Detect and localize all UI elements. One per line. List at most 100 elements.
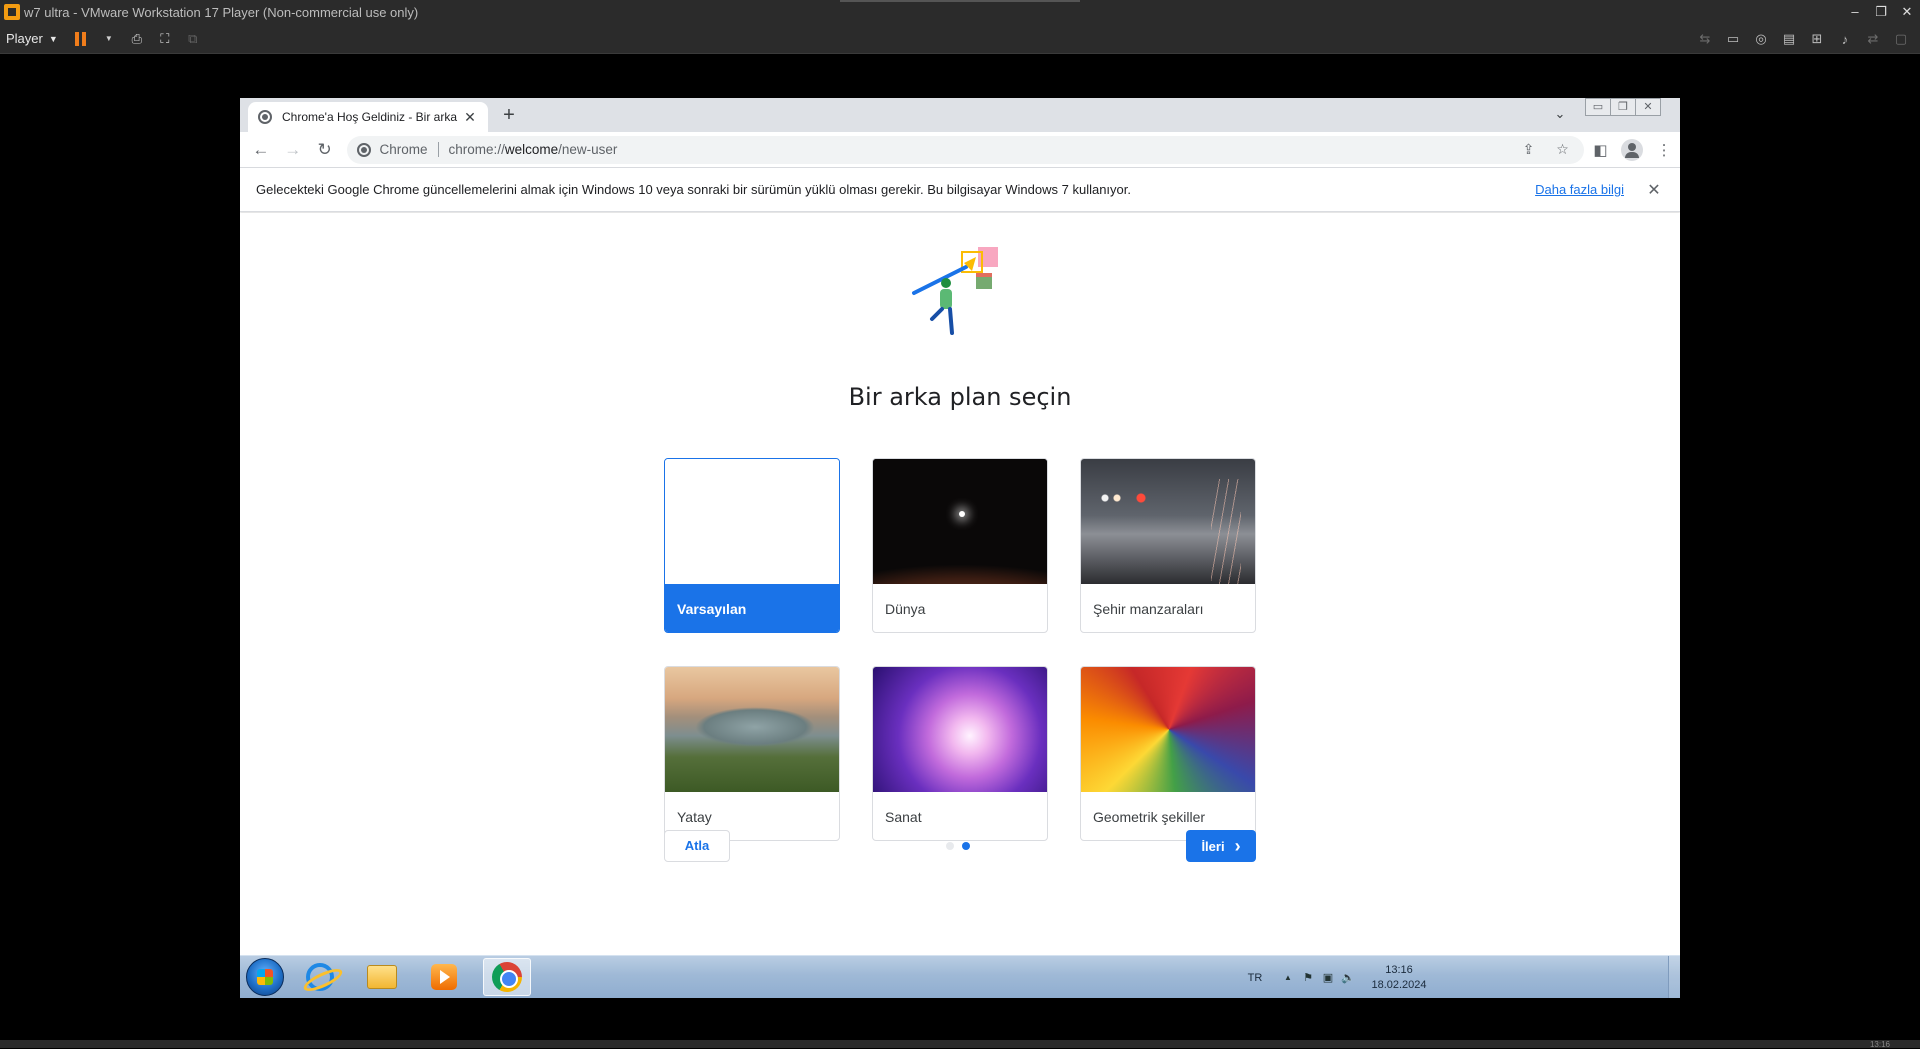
art-thumbnail — [873, 667, 1047, 792]
pause-button[interactable] — [70, 28, 92, 50]
geometric-thumbnail — [1081, 667, 1255, 792]
volume-icon[interactable]: 🔈 — [1338, 971, 1358, 984]
chrome-window-controls: ▭ ❐ ✕ — [1585, 98, 1661, 116]
background-option-landscape[interactable]: Yatay — [664, 666, 840, 841]
chrome-tab-strip: Chrome'a Hoş Geldiniz - Bir arka ✕ + ⌄ ▭… — [240, 98, 1680, 132]
url-path: /new-user — [558, 142, 618, 157]
tab-title: Chrome'a Hoş Geldiniz - Bir arka — [282, 110, 458, 124]
minimize-button[interactable]: – — [1842, 4, 1868, 20]
hard-disk-icon[interactable]: ▭ — [1722, 28, 1744, 50]
background-option-label: Dünya — [885, 601, 926, 617]
step-dot-active — [962, 842, 970, 850]
taskbar-clock[interactable]: 13:16 18.02.2024 — [1364, 963, 1434, 993]
unity-icon: ⧉ — [188, 30, 198, 46]
background-option-art[interactable]: Sanat — [872, 666, 1048, 841]
background-option-cityscape[interactable]: Şehir manzaraları — [1080, 458, 1256, 633]
taskbar-file-explorer[interactable] — [358, 958, 406, 996]
step-dot — [946, 842, 954, 850]
default-thumbnail — [665, 459, 839, 584]
floppy-icon[interactable]: ▤ — [1778, 28, 1800, 50]
background-option-geometric[interactable]: Geometrik şekiller — [1080, 666, 1256, 841]
side-panel-button[interactable]: ◧ — [1584, 134, 1616, 166]
share-icon[interactable]: ⇪ — [1516, 141, 1540, 158]
person-legs-shape — [930, 307, 954, 335]
restore-button[interactable]: ❐ — [1868, 4, 1894, 20]
earth-thumbnail — [873, 459, 1047, 584]
step-indicator — [946, 842, 970, 850]
player-menu-button[interactable]: Player ▼ — [0, 31, 64, 46]
guest-screen: Chrome'a Hoş Geldiniz - Bir arka ✕ + ⌄ ▭… — [240, 98, 1680, 998]
network-adapter-icon[interactable]: ⊞ — [1806, 28, 1828, 50]
internet-explorer-icon — [306, 963, 334, 991]
pause-icon — [75, 31, 87, 46]
language-indicator[interactable]: TR — [1240, 972, 1270, 984]
system-tray: TR ▲ ⚑ ▣ 🔈 13:16 18.02.2024 — [1240, 956, 1434, 998]
pause-menu-button[interactable]: ▼ — [98, 28, 120, 50]
skip-button[interactable]: Atla — [664, 830, 730, 862]
learn-more-link[interactable]: Daha fazla bilgi — [1535, 182, 1624, 197]
sound-card-icon[interactable]: ♪ — [1834, 28, 1856, 50]
vmware-toolbar: Player ▼ ▼ ⎙ ⛶ ⧉ ⇆ ▭ ◎ ▤ ⊞ ♪ ⇄ ▢ — [0, 24, 1920, 54]
url-scheme: chrome:// — [448, 142, 505, 157]
side-panel-icon: ◧ — [1593, 141, 1608, 159]
brush-handle-shape — [912, 265, 968, 295]
show-desktop-button[interactable] — [1668, 956, 1680, 998]
chrome-tab-welcome[interactable]: Chrome'a Hoş Geldiniz - Bir arka ✕ — [248, 102, 488, 132]
tab-close-icon[interactable]: ✕ — [462, 109, 478, 126]
tab-search-button[interactable]: ⌄ — [1550, 106, 1570, 126]
profile-button[interactable] — [1616, 134, 1648, 166]
windows-taskbar: TR ▲ ⚑ ▣ 🔈 13:16 18.02.2024 — [240, 955, 1680, 998]
new-tab-button[interactable]: + — [496, 104, 522, 128]
clock-time: 13:16 — [1385, 963, 1413, 976]
network-device-icon[interactable]: ⇆ — [1694, 28, 1716, 50]
taskbar-media-player[interactable] — [420, 958, 468, 996]
next-button[interactable]: İleri › — [1186, 830, 1256, 862]
background-option-default[interactable]: Varsayılan — [664, 458, 840, 633]
next-button-label: İleri — [1201, 838, 1225, 854]
action-center-flag-icon[interactable]: ⚑ — [1298, 971, 1318, 984]
infobar-close-icon[interactable]: ✕ — [1644, 180, 1664, 200]
person-body-shape — [940, 289, 952, 309]
back-button[interactable]: ← — [245, 134, 277, 166]
show-hidden-icons-button[interactable]: ▲ — [1278, 973, 1298, 982]
windows7-support-infobar: Gelecekteki Google Chrome güncellemeleri… — [240, 168, 1680, 212]
infobar-message: Gelecekteki Google Chrome güncellemeleri… — [256, 182, 1131, 197]
chrome-menu-button[interactable]: ⋮ — [1648, 134, 1680, 166]
cd-drive-icon[interactable]: ◎ — [1750, 28, 1772, 50]
start-button[interactable] — [246, 958, 284, 996]
vmware-window-title: w7 ultra - VMware Workstation 17 Player … — [24, 4, 419, 20]
taskbar-internet-explorer[interactable] — [296, 958, 344, 996]
vmware-unity-tab[interactable] — [840, 0, 1080, 2]
send-ctrl-alt-del-button[interactable]: ⎙ — [126, 28, 148, 50]
site-chip: Chrome — [380, 142, 439, 157]
close-button[interactable]: ✕ — [1894, 4, 1920, 20]
chrome-maximize-button[interactable]: ❐ — [1610, 98, 1636, 116]
chrome-close-button[interactable]: ✕ — [1635, 98, 1661, 116]
painter-illustration — [912, 247, 998, 335]
chrome-favicon-icon — [258, 110, 272, 124]
background-option-label: Sanat — [885, 809, 922, 825]
background-option-label: Varsayılan — [665, 584, 839, 632]
clock-date: 18.02.2024 — [1371, 978, 1427, 991]
chevron-down-icon: ▼ — [48, 33, 58, 44]
unity-button[interactable]: ⧉ — [182, 28, 204, 50]
vmware-device-tray: ⇆ ▭ ◎ ▤ ⊞ ♪ ⇄ ▢ — [1694, 28, 1912, 50]
fullscreen-icon: ⛶ — [160, 30, 170, 46]
reload-button[interactable]: ↻ — [309, 134, 341, 166]
media-player-icon — [431, 964, 457, 990]
fullscreen-button[interactable]: ⛶ — [154, 28, 176, 50]
background-option-earth[interactable]: Dünya — [872, 458, 1048, 633]
bookmark-star-icon[interactable]: ☆ — [1550, 141, 1574, 158]
message-icon[interactable]: ▢ — [1890, 28, 1912, 50]
address-bar[interactable]: Chrome chrome://welcome/new-user ⇪ ☆ — [346, 135, 1585, 164]
landscape-thumbnail — [665, 667, 839, 792]
forward-button[interactable]: → — [277, 134, 309, 166]
url-host: welcome — [504, 142, 559, 157]
taskbar-chrome[interactable] — [483, 958, 531, 996]
usb-icon[interactable]: ⇄ — [1862, 28, 1884, 50]
chrome-toolbar: ← → ↻ Chrome chrome://welcome/new-user ⇪… — [240, 132, 1680, 168]
vmware-titlebar: w7 ultra - VMware Workstation 17 Player … — [0, 0, 1920, 24]
network-icon[interactable]: ▣ — [1318, 971, 1338, 984]
chevron-down-icon: ▼ — [104, 34, 113, 43]
chrome-minimize-button[interactable]: ▭ — [1585, 98, 1611, 116]
